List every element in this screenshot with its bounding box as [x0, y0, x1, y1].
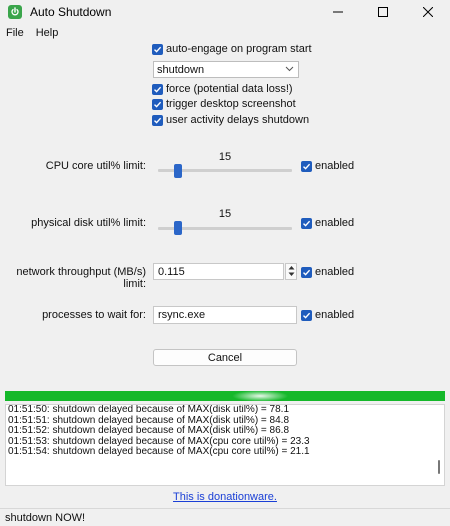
menu-bar: File Help: [0, 24, 450, 42]
cpu-enabled-label: enabled: [315, 160, 355, 172]
disk-enabled-label: enabled: [315, 217, 355, 229]
window-title: Auto Shutdown: [30, 5, 112, 19]
close-icon: [422, 7, 433, 17]
processes-input[interactable]: rsync.exe: [153, 306, 297, 324]
checkbox-checked-icon: [301, 160, 312, 172]
maximize-icon: [377, 7, 388, 17]
cpu-limit-label: CPU core util% limit:: [45, 160, 146, 172]
auto-engage-checkbox[interactable]: auto-engage on program start: [152, 43, 312, 55]
processes-label: processes to wait for:: [42, 309, 146, 321]
cpu-limit-value: 15: [218, 151, 232, 163]
close-button[interactable]: [405, 0, 450, 24]
log-scrollbar[interactable]: [434, 405, 444, 485]
network-limit-input[interactable]: 0.115: [153, 263, 284, 280]
log-line: 01:51:52: shutdown delayed because of MA…: [8, 425, 290, 436]
chevron-down-icon: [285, 64, 294, 76]
action-dropdown-value: shutdown: [157, 63, 205, 76]
menu-help[interactable]: Help: [30, 27, 65, 39]
log-line: 01:51:54: shutdown delayed because of MA…: [8, 446, 310, 457]
menu-file[interactable]: File: [0, 27, 30, 39]
disk-limit-label: physical disk util% limit:: [31, 217, 146, 229]
checkbox-checked-icon: [301, 266, 312, 278]
cpu-slider-thumb[interactable]: [174, 164, 182, 178]
checkbox-checked-icon: [152, 98, 163, 110]
network-limit-value: 0.115: [158, 265, 185, 278]
progress-bar: [5, 391, 445, 401]
log-line: 01:51:50: shutdown delayed because of MA…: [8, 404, 290, 415]
disk-limit-value: 15: [218, 208, 232, 220]
user-activity-label: user activity delays shutdown: [166, 114, 310, 126]
status-text: shutdown NOW!: [5, 511, 86, 524]
cpu-enabled-checkbox[interactable]: enabled: [301, 160, 354, 172]
log-scrollbar-thumb[interactable]: [438, 460, 440, 474]
auto-engage-label: auto-engage on program start: [166, 43, 312, 55]
donation-link[interactable]: This is donationware.: [0, 491, 450, 503]
network-limit-spinner[interactable]: [285, 263, 297, 280]
checkbox-checked-icon: [301, 309, 312, 321]
user-activity-checkbox[interactable]: user activity delays shutdown: [152, 114, 309, 126]
force-label: force (potential data loss!): [166, 83, 293, 95]
network-enabled-checkbox[interactable]: enabled: [301, 266, 354, 278]
screenshot-checkbox[interactable]: trigger desktop screenshot: [152, 98, 296, 110]
checkbox-checked-icon: [152, 114, 163, 126]
disk-slider-thumb[interactable]: [174, 221, 182, 235]
force-checkbox[interactable]: force (potential data loss!): [152, 83, 293, 95]
checkbox-checked-icon: [152, 43, 163, 55]
network-limit-label: network throughput (MB/s) limit:: [16, 266, 146, 290]
maximize-button[interactable]: [360, 0, 405, 24]
processes-enabled-checkbox[interactable]: enabled: [301, 309, 354, 321]
network-enabled-label: enabled: [315, 266, 355, 278]
disk-enabled-checkbox[interactable]: enabled: [301, 217, 354, 229]
action-dropdown[interactable]: shutdown: [153, 61, 299, 78]
minimize-button[interactable]: [315, 0, 360, 24]
power-icon: [8, 5, 22, 19]
log-list[interactable]: 01:51:50: shutdown delayed because of MA…: [5, 404, 445, 486]
cancel-label: Cancel: [207, 351, 243, 364]
title-bar: Auto Shutdown: [0, 0, 450, 24]
spin-down-icon[interactable]: [286, 271, 296, 278]
checkbox-checked-icon: [301, 217, 312, 229]
status-bar: shutdown NOW!: [0, 508, 450, 526]
processes-value: rsync.exe: [158, 309, 206, 321]
screenshot-label: trigger desktop screenshot: [166, 98, 296, 110]
spin-up-icon[interactable]: [286, 264, 296, 271]
processes-enabled-label: enabled: [315, 309, 355, 321]
minimize-icon: [332, 11, 343, 13]
cancel-button[interactable]: Cancel: [153, 349, 297, 366]
checkbox-checked-icon: [152, 83, 163, 95]
